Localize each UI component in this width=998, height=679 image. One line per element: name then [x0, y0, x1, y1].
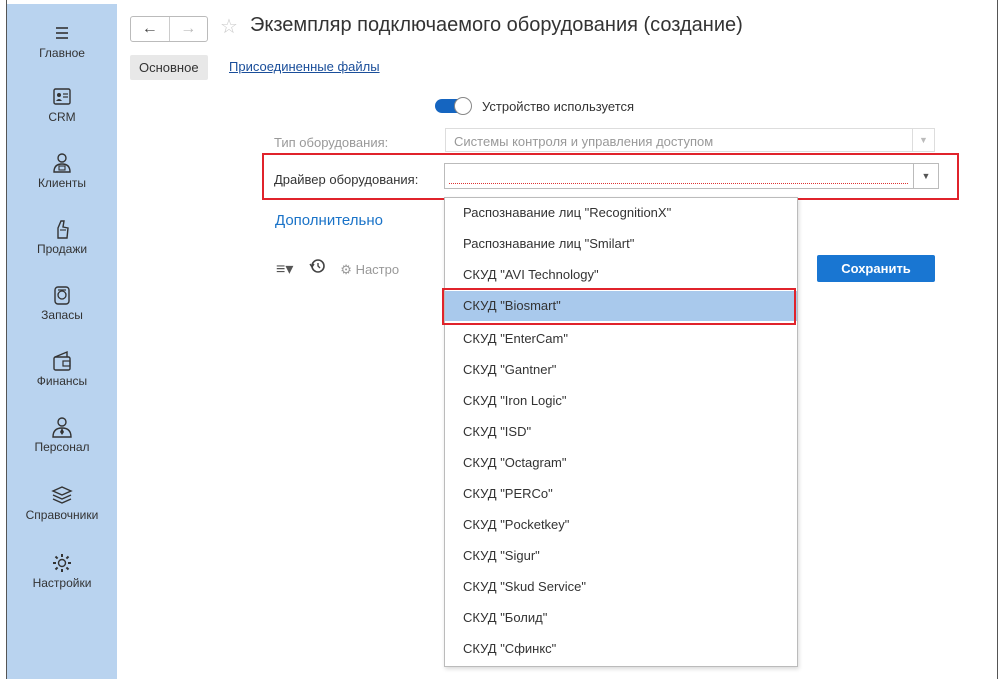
dropdown-option[interactable]: СКУД "Pocketkey" [445, 510, 797, 540]
dropdown-option[interactable]: СКУД "EnterCam" [445, 324, 797, 354]
dropdown-option[interactable]: СКУД "Болид" [445, 603, 797, 633]
wallet-icon [50, 350, 74, 372]
back-button[interactable]: ← [131, 17, 169, 41]
contact-card-icon [50, 86, 74, 108]
save-button[interactable]: Сохранить [817, 255, 935, 282]
equipment-type-value: Системы контроля и управления доступом [454, 134, 714, 149]
required-underline [449, 183, 908, 184]
forward-button[interactable]: → [168, 17, 208, 41]
staff-icon [50, 416, 74, 438]
favorite-star-icon[interactable]: ☆ [220, 14, 238, 39]
sidebar-item-label: Справочники [25, 508, 99, 522]
sidebar-item-main[interactable]: Главное [7, 22, 117, 60]
dropdown-option[interactable]: СКУД "Сфинкс" [445, 634, 797, 664]
dropdown-option[interactable]: СКУД "Octagram" [445, 448, 797, 478]
toggle-knob [454, 97, 472, 115]
sidebar-item-label: Финансы [36, 374, 88, 388]
more-menu-icon[interactable]: ≡▾ [276, 259, 293, 279]
equipment-type-label: Тип оборудования: [274, 135, 389, 150]
sidebar-item-stock[interactable]: Запасы [7, 284, 117, 322]
driver-label: Драйвер оборудования: [274, 172, 419, 187]
page-title: Экземпляр подключаемого оборудования (со… [250, 14, 743, 36]
dropdown-option[interactable]: СКУД "PERCo" [445, 479, 797, 509]
device-used-toggle[interactable] [435, 97, 475, 115]
sidebar-item-clients[interactable]: Клиенты [7, 152, 117, 190]
sidebar-item-label: Настройки [32, 576, 92, 590]
dropdown-option[interactable]: СКУД "Gantner" [445, 355, 797, 385]
dropdown-option[interactable]: Распознавание лиц "RecognitionX" [445, 198, 797, 228]
sidebar-item-finance[interactable]: Финансы [7, 350, 117, 388]
tab-main[interactable]: Основное [130, 55, 208, 80]
dropdown-option[interactable]: Распознавание лиц "Smilart" [445, 229, 797, 259]
sidebar-item-catalogs[interactable]: Справочники [7, 484, 117, 522]
sidebar-item-label: Запасы [41, 308, 83, 322]
driver-dropdown-list: Распознавание лиц "RecognitionX" Распозн… [444, 197, 798, 667]
sidebar: Главное CRM Клиенты Продажи Запасы Финан… [7, 4, 117, 679]
dropdown-option[interactable]: СКУД "Iron Logic" [445, 386, 797, 416]
dropdown-option[interactable]: СКУД "Skud Service" [445, 572, 797, 602]
equipment-type-field: Системы контроля и управления доступом ▼ [445, 128, 935, 152]
settings-label: Настро [355, 262, 400, 277]
settings-icon [50, 552, 74, 574]
sales-icon [50, 218, 74, 240]
stock-icon [50, 284, 74, 306]
sidebar-item-crm[interactable]: CRM [7, 86, 117, 124]
device-used-label: Устройство используется [482, 99, 635, 114]
highlight-selected-option [442, 288, 796, 325]
sidebar-item-settings[interactable]: Настройки [7, 552, 117, 590]
history-icon[interactable] [308, 258, 326, 279]
dropdown-option[interactable]: СКУД "AVI Technology" [445, 260, 797, 290]
tab-attached-files[interactable]: Присоединенные файлы [229, 59, 380, 74]
sidebar-item-label: Клиенты [37, 176, 87, 190]
dropdown-option[interactable]: СКУД "Sigur" [445, 541, 797, 571]
sidebar-item-staff[interactable]: Персонал [7, 416, 117, 454]
sidebar-item-label: CRM [48, 110, 76, 124]
settings-gear-button[interactable]: ⚙ Настро [340, 262, 409, 278]
sidebar-item-label: Продажи [36, 242, 88, 256]
driver-input[interactable]: ▼ [444, 163, 939, 189]
menu-icon [50, 22, 74, 44]
catalogs-icon [50, 484, 74, 506]
toolbar: ≡▾ ⚙ Настро [276, 258, 419, 279]
clients-icon [50, 152, 74, 174]
dropdown-option[interactable]: СКУД "ISD" [445, 417, 797, 447]
sidebar-item-label: Персонал [34, 440, 90, 454]
chevron-down-icon: ▼ [912, 129, 934, 151]
chevron-down-icon[interactable]: ▼ [913, 164, 938, 188]
sidebar-item-sales[interactable]: Продажи [7, 218, 117, 256]
sidebar-item-label: Главное [39, 46, 85, 60]
additional-link[interactable]: Дополнительно [275, 212, 383, 229]
history-nav: ← → [130, 16, 208, 42]
